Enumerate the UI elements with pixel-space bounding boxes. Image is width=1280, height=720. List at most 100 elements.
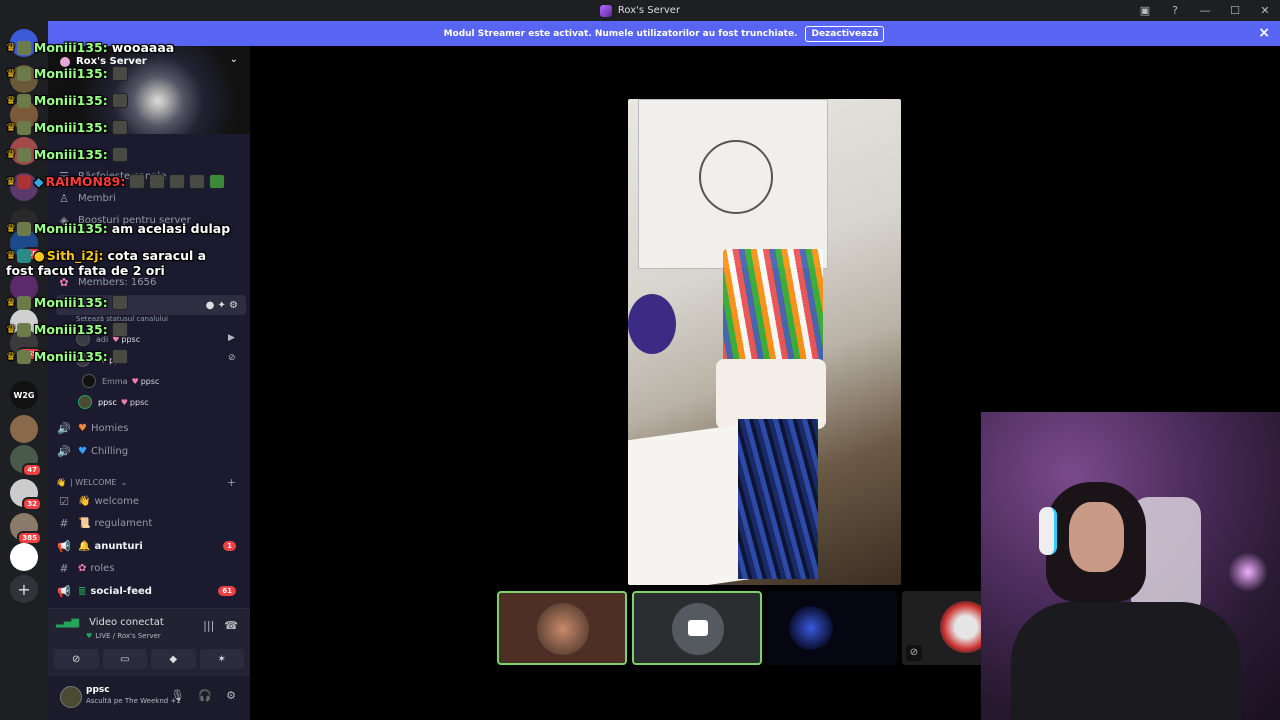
user-panel: ppsc Ascultă pe The Weeknd +1 🎙 🎧 ⚙	[48, 676, 250, 720]
server-banner[interactable]: Rox's Server ⌄	[48, 46, 250, 134]
voice-channel-actions[interactable]: ● ✦ ⚙	[206, 300, 238, 311]
voice-channel-info: ♥ LIVE / Rox's Server	[86, 632, 161, 640]
browse-icon: ☰	[59, 169, 69, 183]
category-label: | WELCOME	[69, 477, 117, 487]
avatar[interactable]	[60, 686, 82, 708]
voice-status: ▂▄▆ Video conectat	[56, 617, 164, 628]
video-camera-icon	[688, 620, 708, 636]
channel-anunturi[interactable]: 📢 🔔 anunturi 1	[56, 536, 246, 556]
soundboard-button[interactable]: ✶	[199, 649, 244, 669]
gear-icon[interactable]: ⚙	[226, 689, 236, 702]
members-icon: ♙	[59, 191, 69, 205]
stack-icon: ≣	[78, 585, 87, 597]
guild-icon[interactable]: 365	[10, 329, 42, 361]
window-title: Rox's Server	[617, 5, 681, 16]
inbox-icon[interactable]: ▣	[1130, 0, 1160, 21]
activities-button[interactable]: ◆	[151, 649, 196, 669]
heart-icon: ♥	[112, 334, 120, 344]
heart-icon: ♥	[78, 445, 87, 457]
tulip-icon: ✿	[78, 562, 87, 574]
voice-user[interactable]: adi ♥ ppsc	[76, 330, 140, 348]
avatar	[78, 395, 92, 409]
help-icon[interactable]: ?	[1160, 0, 1190, 21]
wave-icon: 👋	[56, 477, 66, 487]
muted-icon: ⊘	[906, 645, 922, 661]
guild-icon[interactable]	[10, 273, 38, 301]
voice-user-name: adi	[96, 334, 109, 344]
speaker-icon: 🔊	[57, 421, 71, 435]
guild-icon[interactable]	[10, 415, 38, 443]
video-scene-markers	[738, 419, 818, 579]
channel-label: Chilling	[90, 445, 129, 457]
avatar	[789, 606, 833, 650]
channel-label: roles	[90, 562, 115, 574]
maximize-button[interactable]: ☐	[1220, 0, 1250, 21]
category-welcome[interactable]: 👋 | WELCOME ⌄ +	[56, 472, 246, 492]
channel-status-hint[interactable]: Setează statusul canalului	[76, 310, 168, 328]
heart-icon: ♥	[86, 632, 93, 640]
voice-user-tag: ppsc	[129, 397, 149, 407]
server-boosts-item[interactable]: ◈ Boosturi pentru server	[56, 210, 246, 230]
participant-tiles: ⊘	[497, 591, 1032, 665]
channel-regulament[interactable]: # 📜 regulament	[56, 513, 246, 533]
disconnect-icon[interactable]: ☎	[224, 619, 238, 632]
voice-user[interactable]: ppsc ♥ ppsc	[78, 393, 149, 411]
voice-channel-chilling[interactable]: 🔊 ♥ Chilling	[56, 441, 246, 461]
guild-icon[interactable]: 32	[10, 479, 42, 511]
voice-user-tag: ppsc	[140, 376, 160, 386]
voice-user[interactable]: Emma ♥ ppsc	[82, 372, 159, 390]
guild-icon[interactable]	[10, 543, 38, 571]
channel-label: anunturi	[94, 540, 143, 552]
guild-badge: 32	[22, 497, 42, 511]
participant-tile[interactable]	[497, 591, 627, 665]
guild-icon[interactable]	[10, 29, 38, 57]
chevron-down-icon[interactable]: ⌄	[230, 54, 238, 65]
channel-sidebar: Rox's Server ⌄ ☰ Răsfoiește canale ♙ Membr…	[48, 46, 250, 720]
voice-user-tag: ppsc	[121, 334, 141, 344]
avatar	[82, 374, 96, 388]
focused-video-stream[interactable]	[628, 99, 901, 585]
members-item[interactable]: ♙ Membri	[56, 188, 246, 208]
headphones-icon[interactable]: 🎧	[198, 689, 212, 702]
channel-roles[interactable]: # ✿ roles	[56, 558, 246, 578]
screen-share-button[interactable]: ▭	[102, 649, 147, 669]
voice-user-tag: ppsc	[109, 355, 128, 365]
disable-streamer-button[interactable]: Dezactivează	[805, 25, 885, 42]
guild-icon[interactable]	[10, 137, 38, 165]
guild-icon[interactable]	[10, 101, 38, 129]
members-count-channel[interactable]: ✿ Members: 1656	[56, 272, 246, 292]
guild-icon-w2g[interactable]: W2G	[10, 381, 38, 409]
noise-suppression-icon[interactable]: |||	[203, 619, 214, 632]
close-window-button[interactable]: ✕	[1250, 0, 1280, 21]
guild-icon[interactable]	[10, 173, 38, 201]
guild-icon[interactable]: 47	[10, 445, 42, 477]
guild-icon[interactable]	[10, 65, 38, 93]
heart-icon: ♥	[120, 397, 128, 407]
channel-welcome[interactable]: ☑ 👋 welcome	[56, 491, 246, 511]
close-icon[interactable]: ×	[1258, 25, 1270, 41]
voice-channel-homies[interactable]: 🔊 ♥ Homies	[56, 418, 246, 438]
item-label: Membri	[78, 192, 116, 204]
add-channel-icon[interactable]: +	[227, 476, 236, 489]
avatar	[76, 353, 90, 367]
guild-icon[interactable]: 18	[10, 229, 42, 261]
browse-channels-item[interactable]: ☰ Răsfoiește canale	[56, 166, 246, 186]
chevron-down-icon: ⌄	[120, 477, 128, 487]
channel-social-feed[interactable]: 📢 ≣ social-feed 61	[56, 581, 246, 601]
voice-user[interactable]: ♥ ppsc	[76, 351, 128, 369]
heart-icon: ♥	[78, 422, 87, 434]
guild-icon[interactable]: 385	[10, 513, 42, 545]
streamer-webcam	[981, 412, 1280, 720]
camera-off-button[interactable]: ⊘	[54, 649, 99, 669]
participant-tile[interactable]	[767, 591, 897, 665]
microphone-icon[interactable]: 🎙	[170, 689, 184, 702]
announcement-icon: 📢	[57, 539, 71, 553]
voice-status-text[interactable]: Video conectat	[89, 617, 164, 628]
username: ppsc	[86, 685, 110, 695]
hash-icon: #	[59, 516, 69, 530]
rules-channel-icon: ☑	[59, 494, 69, 508]
minimize-button[interactable]: —	[1190, 0, 1220, 21]
participant-tile[interactable]	[632, 591, 762, 665]
banner-text: Modul Streamer este activat. Numele util…	[443, 28, 798, 39]
add-server-icon[interactable]: +	[10, 575, 38, 603]
